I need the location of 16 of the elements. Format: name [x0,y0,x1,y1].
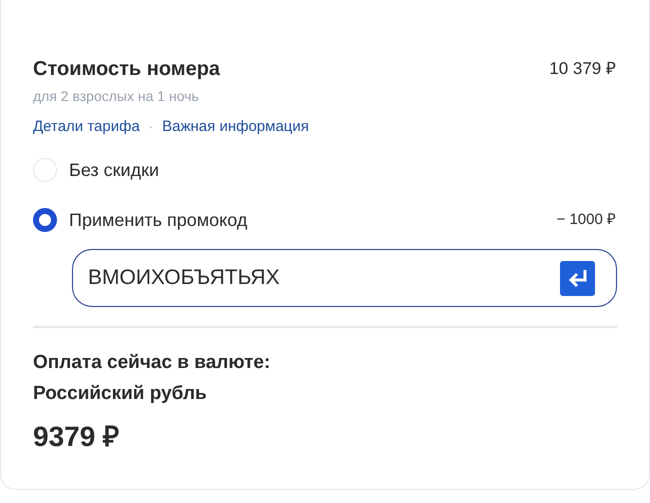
total-price: 9379 ₽ [33,420,120,454]
info-link[interactable]: Важная информация [162,116,309,138]
room-price: 10 379 ₽ [549,58,617,80]
separator-dot: · [148,118,154,136]
enter-button[interactable] [560,260,595,296]
promo-code-field[interactable]: ВМОИХОБЪЯТЬЯХ [72,249,617,307]
option-label[interactable]: Без скидки [69,156,160,184]
radio-button[interactable] [33,208,57,232]
return-arrow-icon [566,268,588,288]
discount-amount: − 1000 ₽ [556,210,617,230]
currency-name: Российский рубль [33,382,208,406]
option-label[interactable]: Применить промокод [69,206,248,234]
room-cost-title: Стоимость номера [33,57,220,82]
guests-subtitle: для 2 взрослых на 1 ночь [33,87,200,106]
payment-currency-title: Оплата сейчас в валюте: [33,351,272,375]
info-link[interactable]: Детали тарифа [33,116,140,138]
